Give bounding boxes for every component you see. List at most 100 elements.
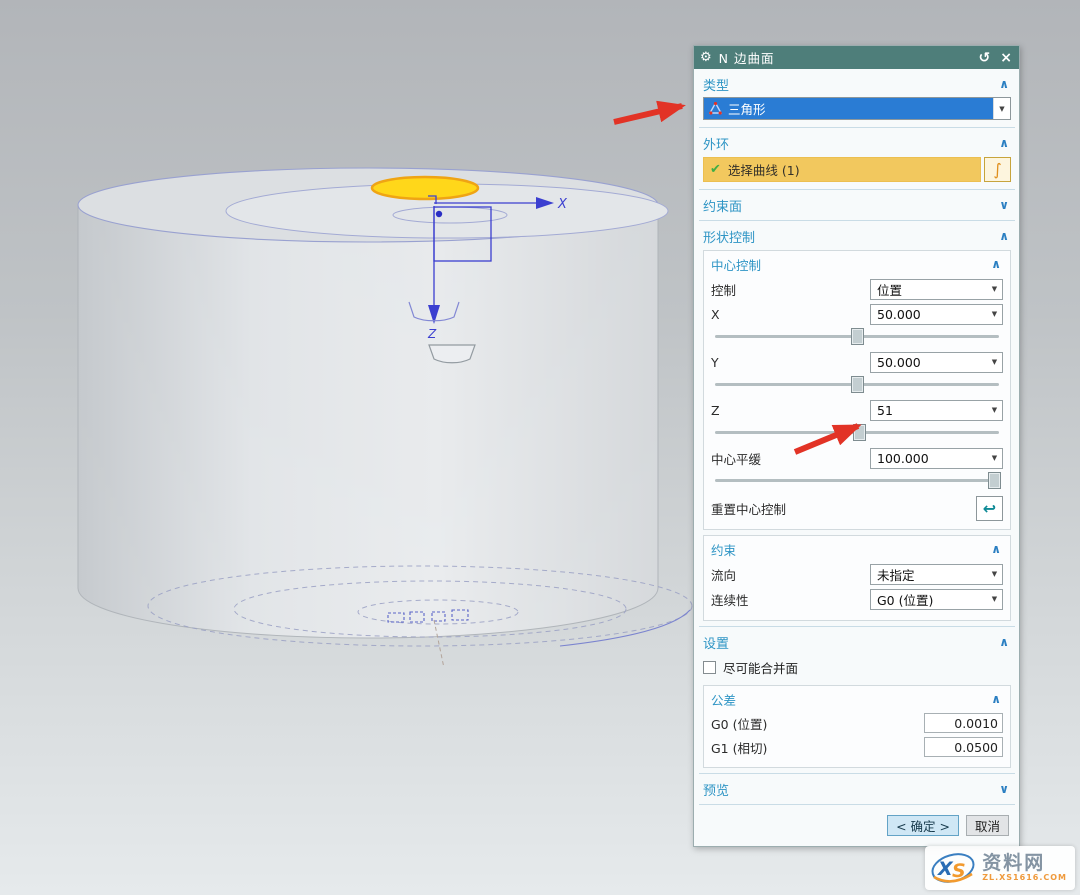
chevron-down-icon[interactable]: ∨: [999, 783, 1011, 795]
reset-dialog-icon[interactable]: ↺: [979, 51, 991, 65]
center-flat-slider-track[interactable]: [715, 479, 999, 482]
merge-faces-label: 尽可能合并面: [723, 658, 798, 677]
chevron-up-icon[interactable]: ∧: [991, 693, 1003, 705]
section-header-constraint-face[interactable]: 约束面 ∨: [703, 193, 1011, 217]
check-icon: ✔: [710, 162, 721, 177]
separator: [699, 220, 1015, 221]
flow-direction-value: 未指定: [877, 565, 915, 584]
x-value-field[interactable]: 50.000 ▼: [870, 304, 1003, 325]
merge-faces-checkbox[interactable]: [703, 661, 716, 674]
center-control-group: 中心控制 ∧ 控制 位置 ▼ X 50.000 ▼: [703, 250, 1011, 530]
x-slider[interactable]: [713, 328, 1001, 345]
z-label: Z: [711, 403, 720, 418]
type-dropdown[interactable]: 三角形 ▼: [703, 97, 1011, 120]
control-dropdown[interactable]: 位置 ▼: [870, 279, 1003, 300]
center-control-header[interactable]: 中心控制 ∧: [711, 253, 1003, 275]
dialog-title: N 边曲面: [719, 48, 972, 67]
settings-label: 设置: [703, 633, 729, 652]
separator: [699, 804, 1015, 805]
n-sided-surface-dialog: ⚙ N 边曲面 ↺ × 类型 ∧ 三角形 ▼: [693, 45, 1020, 847]
x-value: 50.000: [877, 307, 921, 322]
section-header-type[interactable]: 类型 ∧: [703, 72, 1011, 96]
center-flat-label: 中心平缓: [711, 449, 761, 468]
dropdown-arrow-icon[interactable]: ▼: [993, 98, 1010, 119]
control-value: 位置: [877, 280, 902, 299]
g1-tolerance-value: 0.0500: [954, 740, 998, 755]
ok-button[interactable]: < 确定 >: [887, 815, 959, 836]
z-value: 51: [877, 403, 893, 418]
watermark: X S 资料网 ZL.XS1616.COM: [925, 846, 1075, 890]
chevron-down-icon[interactable]: ∨: [999, 199, 1011, 211]
chevron-up-icon[interactable]: ∧: [999, 137, 1011, 149]
z-slider[interactable]: [713, 424, 1001, 441]
dropdown-arrow-icon[interactable]: ▼: [987, 358, 1002, 366]
reset-center-control-label: 重置中心控制: [711, 499, 786, 518]
g0-position-label: G0 (位置): [711, 714, 767, 733]
select-curve-label: 选择曲线 (1): [728, 160, 800, 179]
watermark-site-name: 资料网: [982, 854, 1045, 874]
section-header-settings[interactable]: 设置 ∧: [703, 630, 1011, 654]
dropdown-arrow-icon[interactable]: ▼: [987, 570, 1002, 578]
dialog-titlebar[interactable]: ⚙ N 边曲面 ↺ ×: [694, 46, 1019, 69]
separator: [699, 189, 1015, 190]
type-selected-row: 三角形: [704, 98, 993, 119]
center-flat-slider[interactable]: [713, 472, 1001, 489]
x-slider-handle[interactable]: [851, 328, 864, 345]
tolerance-label: 公差: [711, 690, 736, 709]
dropdown-arrow-icon[interactable]: ▼: [987, 310, 1002, 318]
flow-direction-label: 流向: [711, 565, 736, 584]
outer-loop-label: 外环: [703, 134, 729, 153]
dropdown-arrow-icon[interactable]: ▼: [987, 406, 1002, 414]
g1-tangent-label: G1 (相切): [711, 738, 767, 757]
continuity-label: 连续性: [711, 590, 749, 609]
tolerance-group: 公差 ∧ G0 (位置) 0.0010 G1 (相切) 0.0500: [703, 685, 1011, 768]
highlight-surface[interactable]: [372, 177, 478, 199]
shape-control-label: 形状控制: [703, 227, 755, 246]
chevron-up-icon[interactable]: ∧: [991, 258, 1003, 270]
chevron-up-icon[interactable]: ∧: [999, 78, 1011, 90]
section-header-preview[interactable]: 预览 ∨: [703, 777, 1011, 801]
dialog-body: 类型 ∧ 三角形 ▼ 外环 ∧ ✔: [694, 69, 1019, 846]
y-label: Y: [711, 355, 719, 370]
select-curve-field[interactable]: ✔ 选择曲线 (1): [703, 157, 981, 182]
continuity-value: G0 (位置): [877, 590, 933, 609]
separator: [699, 626, 1015, 627]
center-flat-field[interactable]: 100.000 ▼: [870, 448, 1003, 469]
tolerance-header[interactable]: 公差 ∧: [711, 688, 1003, 710]
curve-icon: ∫: [993, 160, 1001, 179]
chevron-up-icon[interactable]: ∧: [991, 543, 1003, 555]
close-icon[interactable]: ×: [1000, 51, 1012, 65]
chevron-up-icon[interactable]: ∧: [999, 230, 1011, 242]
curve-rule-button[interactable]: ∫: [984, 157, 1011, 182]
reset-center-control-button[interactable]: ↩: [976, 496, 1003, 521]
g0-tolerance-input[interactable]: 0.0010: [924, 713, 1003, 733]
constraint-face-label: 约束面: [703, 196, 742, 215]
chevron-up-icon[interactable]: ∧: [999, 636, 1011, 648]
section-header-shape-control[interactable]: 形状控制 ∧: [703, 224, 1011, 248]
watermark-logo-icon: X S: [929, 849, 977, 887]
y-slider-handle[interactable]: [851, 376, 864, 393]
dropdown-arrow-icon[interactable]: ▼: [987, 285, 1002, 293]
cancel-button[interactable]: 取消: [966, 815, 1009, 836]
g1-tolerance-input[interactable]: 0.0500: [924, 737, 1003, 757]
continuity-dropdown[interactable]: G0 (位置) ▼: [870, 589, 1003, 610]
z-axis-label: Z: [427, 327, 437, 341]
control-label: 控制: [711, 280, 736, 299]
y-value-field[interactable]: 50.000 ▼: [870, 352, 1003, 373]
separator: [699, 127, 1015, 128]
y-slider[interactable]: [713, 376, 1001, 393]
dropdown-arrow-icon[interactable]: ▼: [987, 454, 1002, 462]
flow-direction-dropdown[interactable]: 未指定 ▼: [870, 564, 1003, 585]
x-label: X: [711, 307, 720, 322]
dropdown-arrow-glyph: ▼: [999, 105, 1004, 113]
constraint-header[interactable]: 约束 ∧: [711, 538, 1003, 560]
section-header-outer-loop[interactable]: 外环 ∧: [703, 131, 1011, 155]
gear-icon[interactable]: ⚙: [700, 51, 712, 64]
return-arrow-icon: ↩: [983, 499, 996, 518]
type-section-label: 类型: [703, 75, 729, 94]
dropdown-arrow-icon[interactable]: ▼: [987, 595, 1002, 603]
control-point[interactable]: [436, 211, 442, 217]
z-value-field[interactable]: 51 ▼: [870, 400, 1003, 421]
center-flat-slider-handle[interactable]: [988, 472, 1001, 489]
z-slider-handle[interactable]: [853, 424, 866, 441]
